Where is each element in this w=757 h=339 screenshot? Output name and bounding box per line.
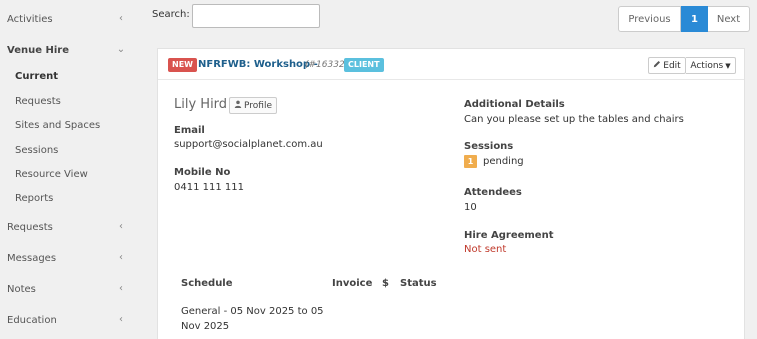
dollar-header: $ xyxy=(382,278,389,289)
sidebar-subitem-sessions[interactable]: Sessions xyxy=(15,144,58,158)
sidebar-item-label: Notes xyxy=(7,283,36,295)
chevron-left-icon: ‹ xyxy=(119,221,123,232)
client-badge: CLIENT xyxy=(344,58,384,72)
sidebar-item-label: Messages xyxy=(7,252,57,264)
sidebar-subitem-current[interactable]: Current xyxy=(15,70,58,84)
profile-button[interactable]: Profile xyxy=(229,97,277,114)
sidebar-item-label: Requests xyxy=(7,221,53,233)
status-header: Status xyxy=(400,278,437,289)
card-header: NEW NFRFWB: Workshop - (#16332) CLIENT E… xyxy=(158,49,744,80)
caret-down-icon: ▼ xyxy=(725,61,731,70)
page-1-button[interactable]: 1 xyxy=(681,6,708,32)
chevron-down-icon: ⌄ xyxy=(116,44,126,55)
chevron-left-icon: ‹ xyxy=(119,252,123,263)
sidebar-item-education[interactable]: Education ‹ xyxy=(7,313,126,327)
sessions-count-badge: 1 xyxy=(464,155,477,168)
chevron-left-icon: ‹ xyxy=(119,283,123,294)
schedule-header: Schedule xyxy=(181,278,233,289)
edit-button[interactable]: Edit xyxy=(648,57,686,74)
chevron-left-icon: ‹ xyxy=(119,314,123,325)
sidebar-subitem-requests[interactable]: Requests xyxy=(15,95,61,109)
search-input[interactable] xyxy=(192,4,320,28)
attendees-value: 10 xyxy=(464,202,477,213)
edit-label: Edit xyxy=(663,60,681,71)
mobile-value: 0411 111 111 xyxy=(174,182,244,193)
sidebar-item-label: Activities xyxy=(7,13,53,25)
mobile-label: Mobile No xyxy=(174,167,231,178)
contact-name: Lily Hird xyxy=(174,97,228,112)
email-label: Email xyxy=(174,125,205,136)
schedule-cell: General - 05 Nov 2025 to 05 Nov 2025 xyxy=(181,306,324,332)
search-label: Search: xyxy=(152,9,190,20)
profile-label: Profile xyxy=(244,100,272,111)
sidebar-subitem-sites-and-spaces[interactable]: Sites and Spaces xyxy=(15,119,100,133)
additional-details-label: Additional Details xyxy=(464,99,565,110)
hire-agreement-value: Not sent xyxy=(464,244,507,255)
sidebar-item-label: Venue Hire xyxy=(7,44,69,56)
sidebar: Activities ‹ Venue Hire ⌄ Current Reques… xyxy=(0,0,138,339)
additional-details-value: Can you please set up the tables and cha… xyxy=(464,114,684,125)
sidebar-item-messages[interactable]: Messages ‹ xyxy=(7,251,126,265)
sidebar-item-venue-hire[interactable]: Venue Hire ⌄ xyxy=(7,43,126,57)
pagination: Previous 1 Next xyxy=(618,6,750,32)
next-page-button[interactable]: Next xyxy=(708,6,750,32)
sessions-status: pending xyxy=(483,156,524,167)
new-badge: NEW xyxy=(168,58,197,72)
sidebar-item-activities[interactable]: Activities ‹ xyxy=(7,12,126,26)
previous-page-button[interactable]: Previous xyxy=(618,6,681,32)
sidebar-item-label: Education xyxy=(7,314,57,326)
attendees-label: Attendees xyxy=(464,187,522,198)
booking-card: NEW NFRFWB: Workshop - (#16332) CLIENT E… xyxy=(157,48,745,339)
invoice-header: Invoice xyxy=(332,278,373,289)
sidebar-subitem-reports[interactable]: Reports xyxy=(15,192,53,206)
user-icon xyxy=(234,100,242,111)
hire-agreement-label: Hire Agreement xyxy=(464,230,554,241)
sidebar-item-notes[interactable]: Notes ‹ xyxy=(7,282,126,296)
booking-title-link[interactable]: NFRFWB: Workshop - xyxy=(198,58,318,72)
sidebar-subitem-resource-view[interactable]: Resource View xyxy=(15,168,88,182)
sidebar-item-requests[interactable]: Requests ‹ xyxy=(7,220,126,234)
actions-label: Actions xyxy=(690,60,724,71)
table-row: General - 05 Nov 2025 to 05 Nov 2025 xyxy=(181,304,331,334)
email-value: support@socialplanet.com.au xyxy=(174,139,323,150)
actions-dropdown-button[interactable]: Actions ▼ xyxy=(686,57,736,74)
chevron-left-icon: ‹ xyxy=(119,13,123,24)
pencil-icon xyxy=(653,60,661,71)
booking-ref: (#16332) xyxy=(305,60,349,70)
sessions-label: Sessions xyxy=(464,141,514,152)
